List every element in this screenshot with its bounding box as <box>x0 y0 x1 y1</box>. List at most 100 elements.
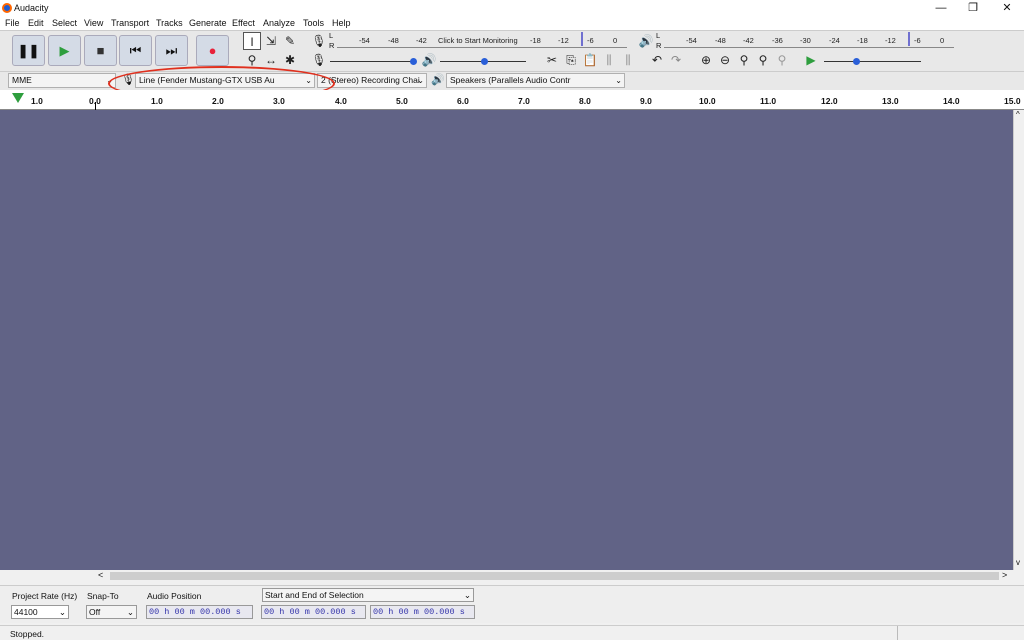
ruler-tick: 15.0 <box>1004 96 1021 106</box>
pencil-icon: ✎ <box>284 34 296 48</box>
skip-to-end-button[interactable]: ⏭ <box>155 35 188 66</box>
playback-meter-button[interactable]: 🔊 <box>637 32 655 50</box>
selection-mode-select[interactable]: Start and End of Selection ⌄ <box>262 588 474 602</box>
ruler-tick: 1.0 <box>31 96 43 106</box>
selection-mode-value: Start and End of Selection <box>265 590 364 600</box>
envelope-tool-button[interactable]: ⇲ <box>262 32 280 50</box>
record-meter-button[interactable]: 🎙 <box>310 32 328 50</box>
menu-file[interactable]: File <box>5 18 20 28</box>
zoom-in-button[interactable]: ⊕ <box>697 51 715 69</box>
ruler-tick: 2.0 <box>212 96 224 106</box>
ruler-tick: 13.0 <box>882 96 899 106</box>
selection-tool-button[interactable]: I <box>243 32 261 50</box>
menu-edit[interactable]: Edit <box>28 18 44 28</box>
scroll-down-icon[interactable]: v <box>1016 558 1020 567</box>
play-speed-slider[interactable] <box>824 61 921 62</box>
click-to-start-monitoring[interactable]: Click to Start Monitoring <box>438 36 518 45</box>
stop-icon: ■ <box>96 43 105 58</box>
playback-device-select[interactable]: Speakers (Parallels Audio Contr ⌄ <box>446 73 625 88</box>
play-at-speed-button[interactable]: ▶ <box>802 51 820 69</box>
audio-position-field[interactable]: 00 h 00 m 00.000 s <box>146 605 253 619</box>
record-volume-icon-wrap: 🎙 <box>310 51 328 69</box>
record-meter[interactable]: -54 -48 -42 Click to Start Monitoring -1… <box>337 32 627 48</box>
ruler-tick: 5.0 <box>396 96 408 106</box>
record-button[interactable]: ● <box>196 35 229 66</box>
play-scale-tick: -42 <box>743 36 754 45</box>
copy-button[interactable]: ⎘ <box>562 51 580 69</box>
chevron-down-icon: ⌄ <box>58 607 66 617</box>
play-scale-tick: -6 <box>914 36 921 45</box>
playback-meter[interactable]: -54 -48 -42 -36 -30 -24 -18 -12 -6 0 <box>664 32 954 48</box>
snap-to-select[interactable]: Off ⌄ <box>86 605 137 619</box>
menu-select[interactable]: Select <box>52 18 77 28</box>
chevron-down-icon: ⌄ <box>615 76 622 85</box>
ibeam-icon: I <box>250 35 254 49</box>
timeshift-tool-button[interactable]: ↔ <box>262 51 280 69</box>
selection-end-field[interactable]: 00 h 00 m 00.000 s <box>370 605 475 619</box>
pause-icon: ❚❚ <box>17 43 40 58</box>
play-speed-thumb[interactable] <box>853 58 860 65</box>
play-button[interactable]: ▶ <box>48 35 81 66</box>
trim-button[interactable]: ⫼ <box>600 51 618 69</box>
play-scale-tick: -48 <box>715 36 726 45</box>
silence-button[interactable]: ⫼ <box>619 51 637 69</box>
undo-button[interactable]: ↶ <box>648 51 666 69</box>
fit-selection-button[interactable]: ⚲ <box>735 51 753 69</box>
redo-icon: ↷ <box>670 53 682 67</box>
trim-icon: ⫼ <box>606 53 612 67</box>
play-head-arrow-icon[interactable] <box>12 93 24 103</box>
menu-tracks[interactable]: Tracks <box>156 18 183 28</box>
menu-analyze[interactable]: Analyze <box>263 18 295 28</box>
paste-button[interactable]: 📋 <box>581 51 599 69</box>
title-bar: Audacity — ❐ ✕ <box>0 0 1024 17</box>
horizontal-scrollbar[interactable]: < > <box>96 570 1013 582</box>
zoom-toggle-button[interactable]: ⚲ <box>773 51 791 69</box>
scroll-left-icon[interactable]: < <box>98 570 103 580</box>
vertical-scrollbar[interactable]: ^ v <box>1013 110 1024 570</box>
skip-to-start-button[interactable]: ⏮ <box>119 35 152 66</box>
menu-generate[interactable]: Generate <box>189 18 227 28</box>
project-rate-select[interactable]: 44100 ⌄ <box>11 605 69 619</box>
scroll-right-icon[interactable]: > <box>1002 570 1007 580</box>
speaker-icon: 🔊 <box>431 74 445 86</box>
menu-tools[interactable]: Tools <box>303 18 324 28</box>
menu-transport[interactable]: Transport <box>111 18 149 28</box>
cut-button[interactable]: ✂ <box>543 51 561 69</box>
record-scale-tick: -6 <box>587 36 594 45</box>
redo-button[interactable]: ↷ <box>667 51 685 69</box>
track-panel[interactable] <box>0 110 1013 570</box>
ruler-tick: 9.0 <box>640 96 652 106</box>
menu-help[interactable]: Help <box>332 18 351 28</box>
zoom-in-icon: ⊕ <box>700 53 712 67</box>
play-at-speed-icon: ▶ <box>806 53 816 67</box>
play-scale-tick: -36 <box>772 36 783 45</box>
stop-button[interactable]: ■ <box>84 35 117 66</box>
play-meter-l-label: L <box>656 31 661 40</box>
snap-to-label: Snap-To <box>87 591 119 601</box>
pause-button[interactable]: ❚❚ <box>12 35 45 66</box>
zoom-out-button[interactable]: ⊖ <box>716 51 734 69</box>
playback-volume-thumb[interactable] <box>481 58 488 65</box>
audio-host-select[interactable]: MME ⌄ <box>8 73 116 88</box>
record-volume-slider[interactable] <box>330 61 416 62</box>
multi-tool-button[interactable]: ✱ <box>281 51 299 69</box>
audio-position-label: Audio Position <box>147 591 202 601</box>
scissors-icon: ✂ <box>546 53 558 67</box>
restore-button[interactable]: ❐ <box>958 0 988 17</box>
play-scale-tick: -12 <box>885 36 896 45</box>
status-bar: Stopped. <box>0 625 1024 640</box>
draw-tool-button[interactable]: ✎ <box>281 32 299 50</box>
menu-view[interactable]: View <box>84 18 103 28</box>
fit-project-button[interactable]: ⚲ <box>754 51 772 69</box>
menu-effect[interactable]: Effect <box>232 18 255 28</box>
horizontal-scroll-thumb[interactable] <box>110 572 999 580</box>
selection-start-field[interactable]: 00 h 00 m 00.000 s <box>261 605 366 619</box>
timeline-ruler[interactable]: 1.0 0.0 1.0 2.0 3.0 4.0 5.0 6.0 7.0 8.0 … <box>0 90 1024 110</box>
speaker-icon: 🔊 <box>638 34 654 48</box>
minimize-button[interactable]: — <box>926 0 956 17</box>
playback-cursor-line <box>95 102 96 110</box>
record-volume-thumb[interactable] <box>410 58 417 65</box>
close-button[interactable]: ✕ <box>992 0 1022 17</box>
scroll-up-icon[interactable]: ^ <box>1016 110 1020 119</box>
silence-icon: ⫼ <box>625 53 631 67</box>
